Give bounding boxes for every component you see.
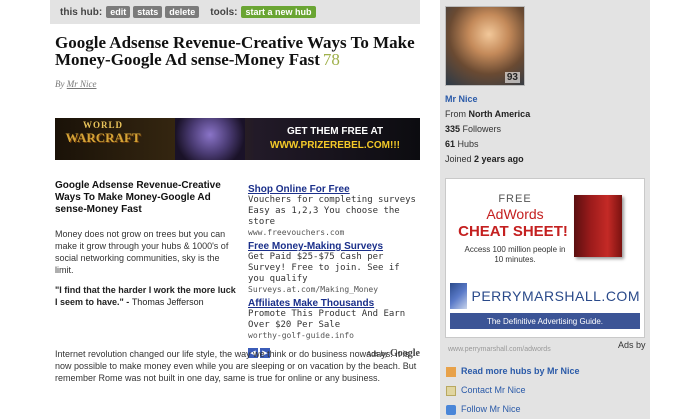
- from-prefix: From: [445, 109, 466, 119]
- perrymarshall-logo: PERRYMARSHALL.COM: [450, 279, 640, 313]
- author-sidebar: 93 Mr Nice From North America 335 Follow…: [440, 0, 650, 419]
- followers-label: Followers: [462, 124, 502, 134]
- sidebar-ad-url[interactable]: www.perrymarshall.com/adwords: [448, 346, 551, 353]
- warcraft-logo-top: WORLD: [82, 120, 123, 130]
- hubs-label: Hubs: [457, 139, 479, 149]
- warcraft-banner-ad[interactable]: WORLD WARCRAFT GET THEM FREE AT WWW.PRIZ…: [55, 118, 420, 160]
- page: this hub: edit stats delete tools: start…: [0, 0, 700, 419]
- perrymarshall-logo-text: PERRYMARSHALL.COM: [471, 288, 640, 304]
- warcraft-logo: WORLD WARCRAFT: [63, 120, 143, 146]
- ad-access-text: Access 100 million people in 10 minutes.: [464, 245, 566, 264]
- ad-title-link[interactable]: Free Money-Making Surveys: [248, 241, 420, 252]
- ad-tagline: The Definitive Advertising Guide.: [450, 313, 640, 329]
- ad-title-link[interactable]: Shop Online For Free: [248, 184, 420, 195]
- start-new-hub-button[interactable]: start a new hub: [241, 6, 316, 18]
- ad-free-text: FREE: [498, 193, 532, 205]
- byline-prefix: By: [55, 79, 65, 89]
- ad-unit: Free Money-Making Surveys Get Paid $25-$…: [248, 241, 420, 294]
- hub-score: 78: [322, 50, 340, 69]
- edit-button[interactable]: edit: [106, 6, 131, 18]
- banner-character-image: [175, 118, 245, 160]
- adwords-cheat-sheet-ad[interactable]: FREE AdWords CHEAT SHEET! Access 100 mil…: [445, 178, 645, 338]
- joined-value: 2 years ago: [474, 154, 524, 164]
- article-intro: Google Adsense Revenue-Creative Ways To …: [55, 180, 240, 308]
- follow-icon: [446, 404, 456, 415]
- ad-url[interactable]: www.freevouchers.com: [248, 228, 420, 237]
- ad-url[interactable]: Surveys.at.com/Making_Money: [248, 285, 420, 294]
- follow-author-link[interactable]: Follow Mr Nice: [446, 400, 580, 419]
- perrymarshall-logo-icon: [450, 283, 468, 309]
- ad-unit: Shop Online For Free Vouchers for comple…: [248, 184, 420, 237]
- read-more-hubs-label: Read more hubs by Mr Nice: [461, 366, 580, 376]
- ad-unit: Affiliates Make Thousands Promote This P…: [248, 298, 420, 340]
- author-link[interactable]: Mr Nice: [67, 79, 97, 89]
- sidebar-ads-by[interactable]: Ads by: [618, 340, 646, 350]
- stats-button[interactable]: stats: [133, 6, 163, 18]
- byline: By Mr Nice: [55, 79, 420, 89]
- author-location: From North America: [445, 107, 530, 122]
- warcraft-logo-name: WARCRAFT: [65, 130, 141, 145]
- banner-cta-line1: GET THEM FREE AT: [286, 126, 384, 137]
- ad-adwords-text: AdWords: [486, 206, 544, 222]
- ad-cheat-sheet-text: CHEAT SHEET!: [458, 223, 568, 240]
- follow-author-label: Follow Mr Nice: [461, 404, 521, 414]
- avatar[interactable]: 93: [445, 6, 525, 86]
- author-name-link[interactable]: Mr Nice: [445, 92, 530, 107]
- author-links: Read more hubs by Mr Nice Contact Mr Nic…: [446, 362, 580, 419]
- cheat-sheet-book-image: [574, 195, 622, 257]
- banner-cta-line2: WWW.PRIZEREBEL.COM!!!: [270, 140, 400, 151]
- hub-icon: [446, 366, 456, 377]
- ad-body: Get Paid $25-$75 Cash per Survey! Free t…: [248, 252, 400, 284]
- google-ads-block: Shop Online For Free Vouchers for comple…: [248, 184, 420, 344]
- location-value: North America: [468, 109, 531, 119]
- main-column: this hub: edit stats delete tools: start…: [50, 0, 420, 419]
- article-title-text: Google Adsense Revenue-Creative Ways To …: [55, 33, 415, 69]
- author-info: Mr Nice From North America 335 Followers…: [445, 92, 530, 167]
- tools-label: tools:: [210, 6, 238, 18]
- contact-author-link[interactable]: Contact Mr Nice: [446, 381, 580, 400]
- hubs-count: 61: [445, 139, 456, 149]
- article-paragraph-2: Internet revolution changed our life sty…: [55, 349, 417, 383]
- hub-toolbar: this hub: edit stats delete tools: start…: [50, 0, 420, 24]
- article-subtitle: Google Adsense Revenue-Creative Ways To …: [55, 180, 221, 215]
- author-joined: Joined 2 years ago: [445, 152, 530, 167]
- contact-author-label: Contact Mr Nice: [461, 385, 526, 395]
- quote-author: Thomas Jefferson: [131, 297, 204, 307]
- author-hubs: 61 Hubs: [445, 137, 530, 152]
- joined-prefix: Joined: [445, 154, 472, 164]
- ad-url[interactable]: worthy-golf-guide.info: [248, 331, 420, 340]
- hub-toolbar-label: this hub:: [60, 6, 103, 18]
- author-followers: 335 Followers: [445, 122, 530, 137]
- ad-body: Vouchers for completing surveys Easy as …: [248, 195, 416, 227]
- ad-title-link[interactable]: Affiliates Make Thousands: [248, 298, 420, 309]
- mail-icon: [446, 385, 456, 396]
- delete-button[interactable]: delete: [165, 6, 200, 18]
- article-paragraph-1: Money does not grow on trees but you can…: [55, 229, 229, 275]
- article-quote: "I find that the harder I work the more …: [55, 284, 240, 308]
- followers-count: 335: [445, 124, 461, 134]
- read-more-hubs-link[interactable]: Read more hubs by Mr Nice: [446, 362, 580, 381]
- author-score: 93: [504, 72, 520, 83]
- ad-body: Promote This Product And Earn Over $20 P…: [248, 309, 406, 330]
- article-title: Google Adsense Revenue-Creative Ways To …: [55, 34, 415, 68]
